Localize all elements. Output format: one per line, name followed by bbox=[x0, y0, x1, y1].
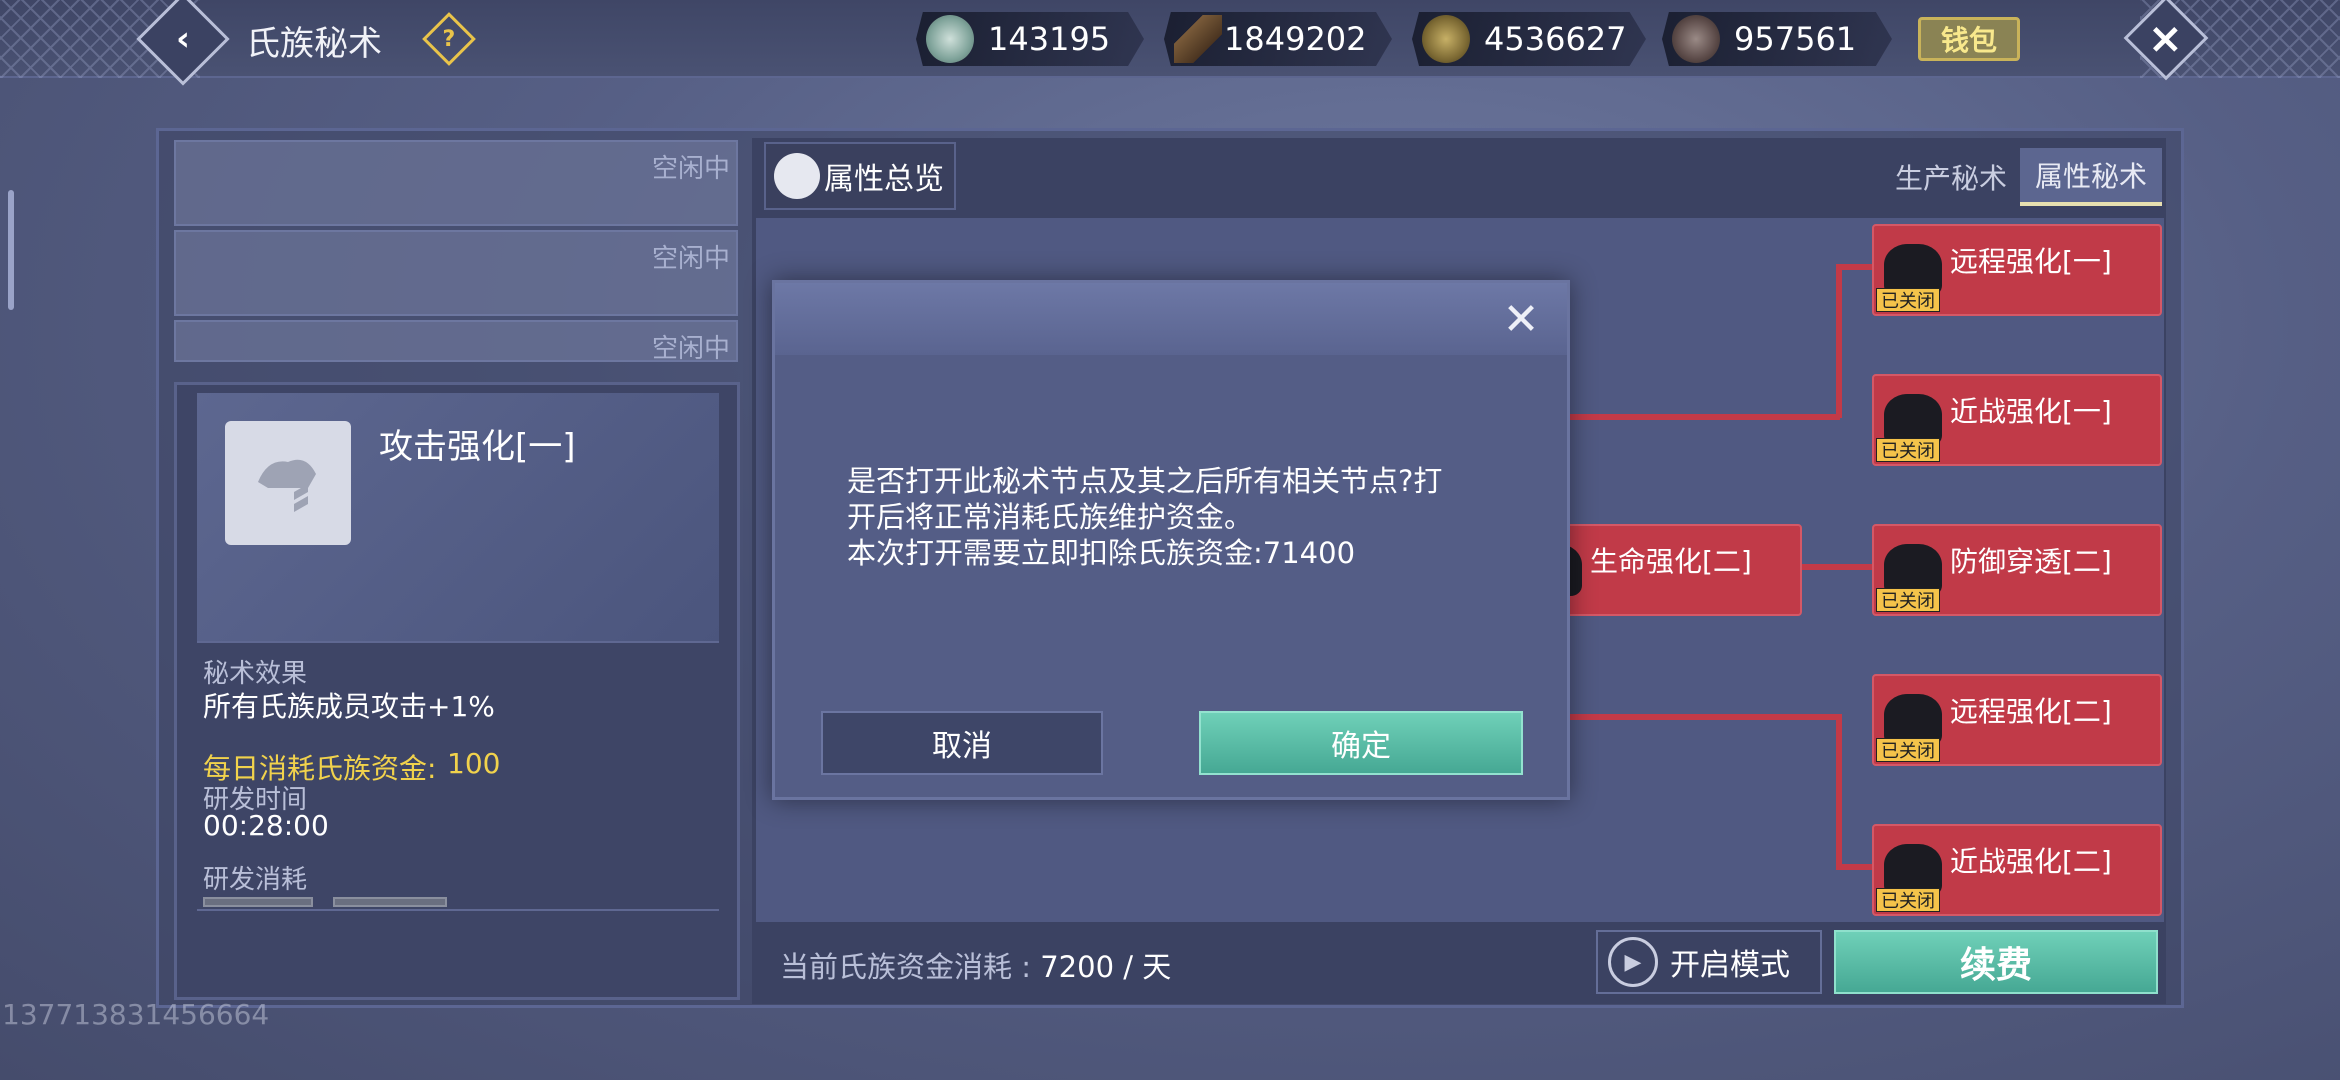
dialog-header bbox=[775, 283, 1567, 355]
dialog-line: 本次打开需要立即扣除氏族资金:71400 bbox=[847, 536, 1356, 570]
dialog-message: 是否打开此秘术节点及其之后所有相关节点?打 开后将正常消耗氏族维护资金。 本次打… bbox=[847, 463, 1527, 571]
confirm-button[interactable]: 确定 bbox=[1199, 711, 1523, 775]
close-icon: ✕ bbox=[1502, 293, 1540, 345]
cancel-button[interactable]: 取消 bbox=[821, 711, 1103, 775]
confirm-dialog: ✕ 是否打开此秘术节点及其之后所有相关节点?打 开后将正常消耗氏族维护资金。 本… bbox=[772, 280, 1570, 800]
dialog-line: 开后将正常消耗氏族维护资金。 bbox=[847, 500, 1254, 534]
dialog-line: 是否打开此秘术节点及其之后所有相关节点?打 bbox=[847, 464, 1443, 498]
dialog-close-button[interactable]: ✕ bbox=[1497, 293, 1545, 345]
